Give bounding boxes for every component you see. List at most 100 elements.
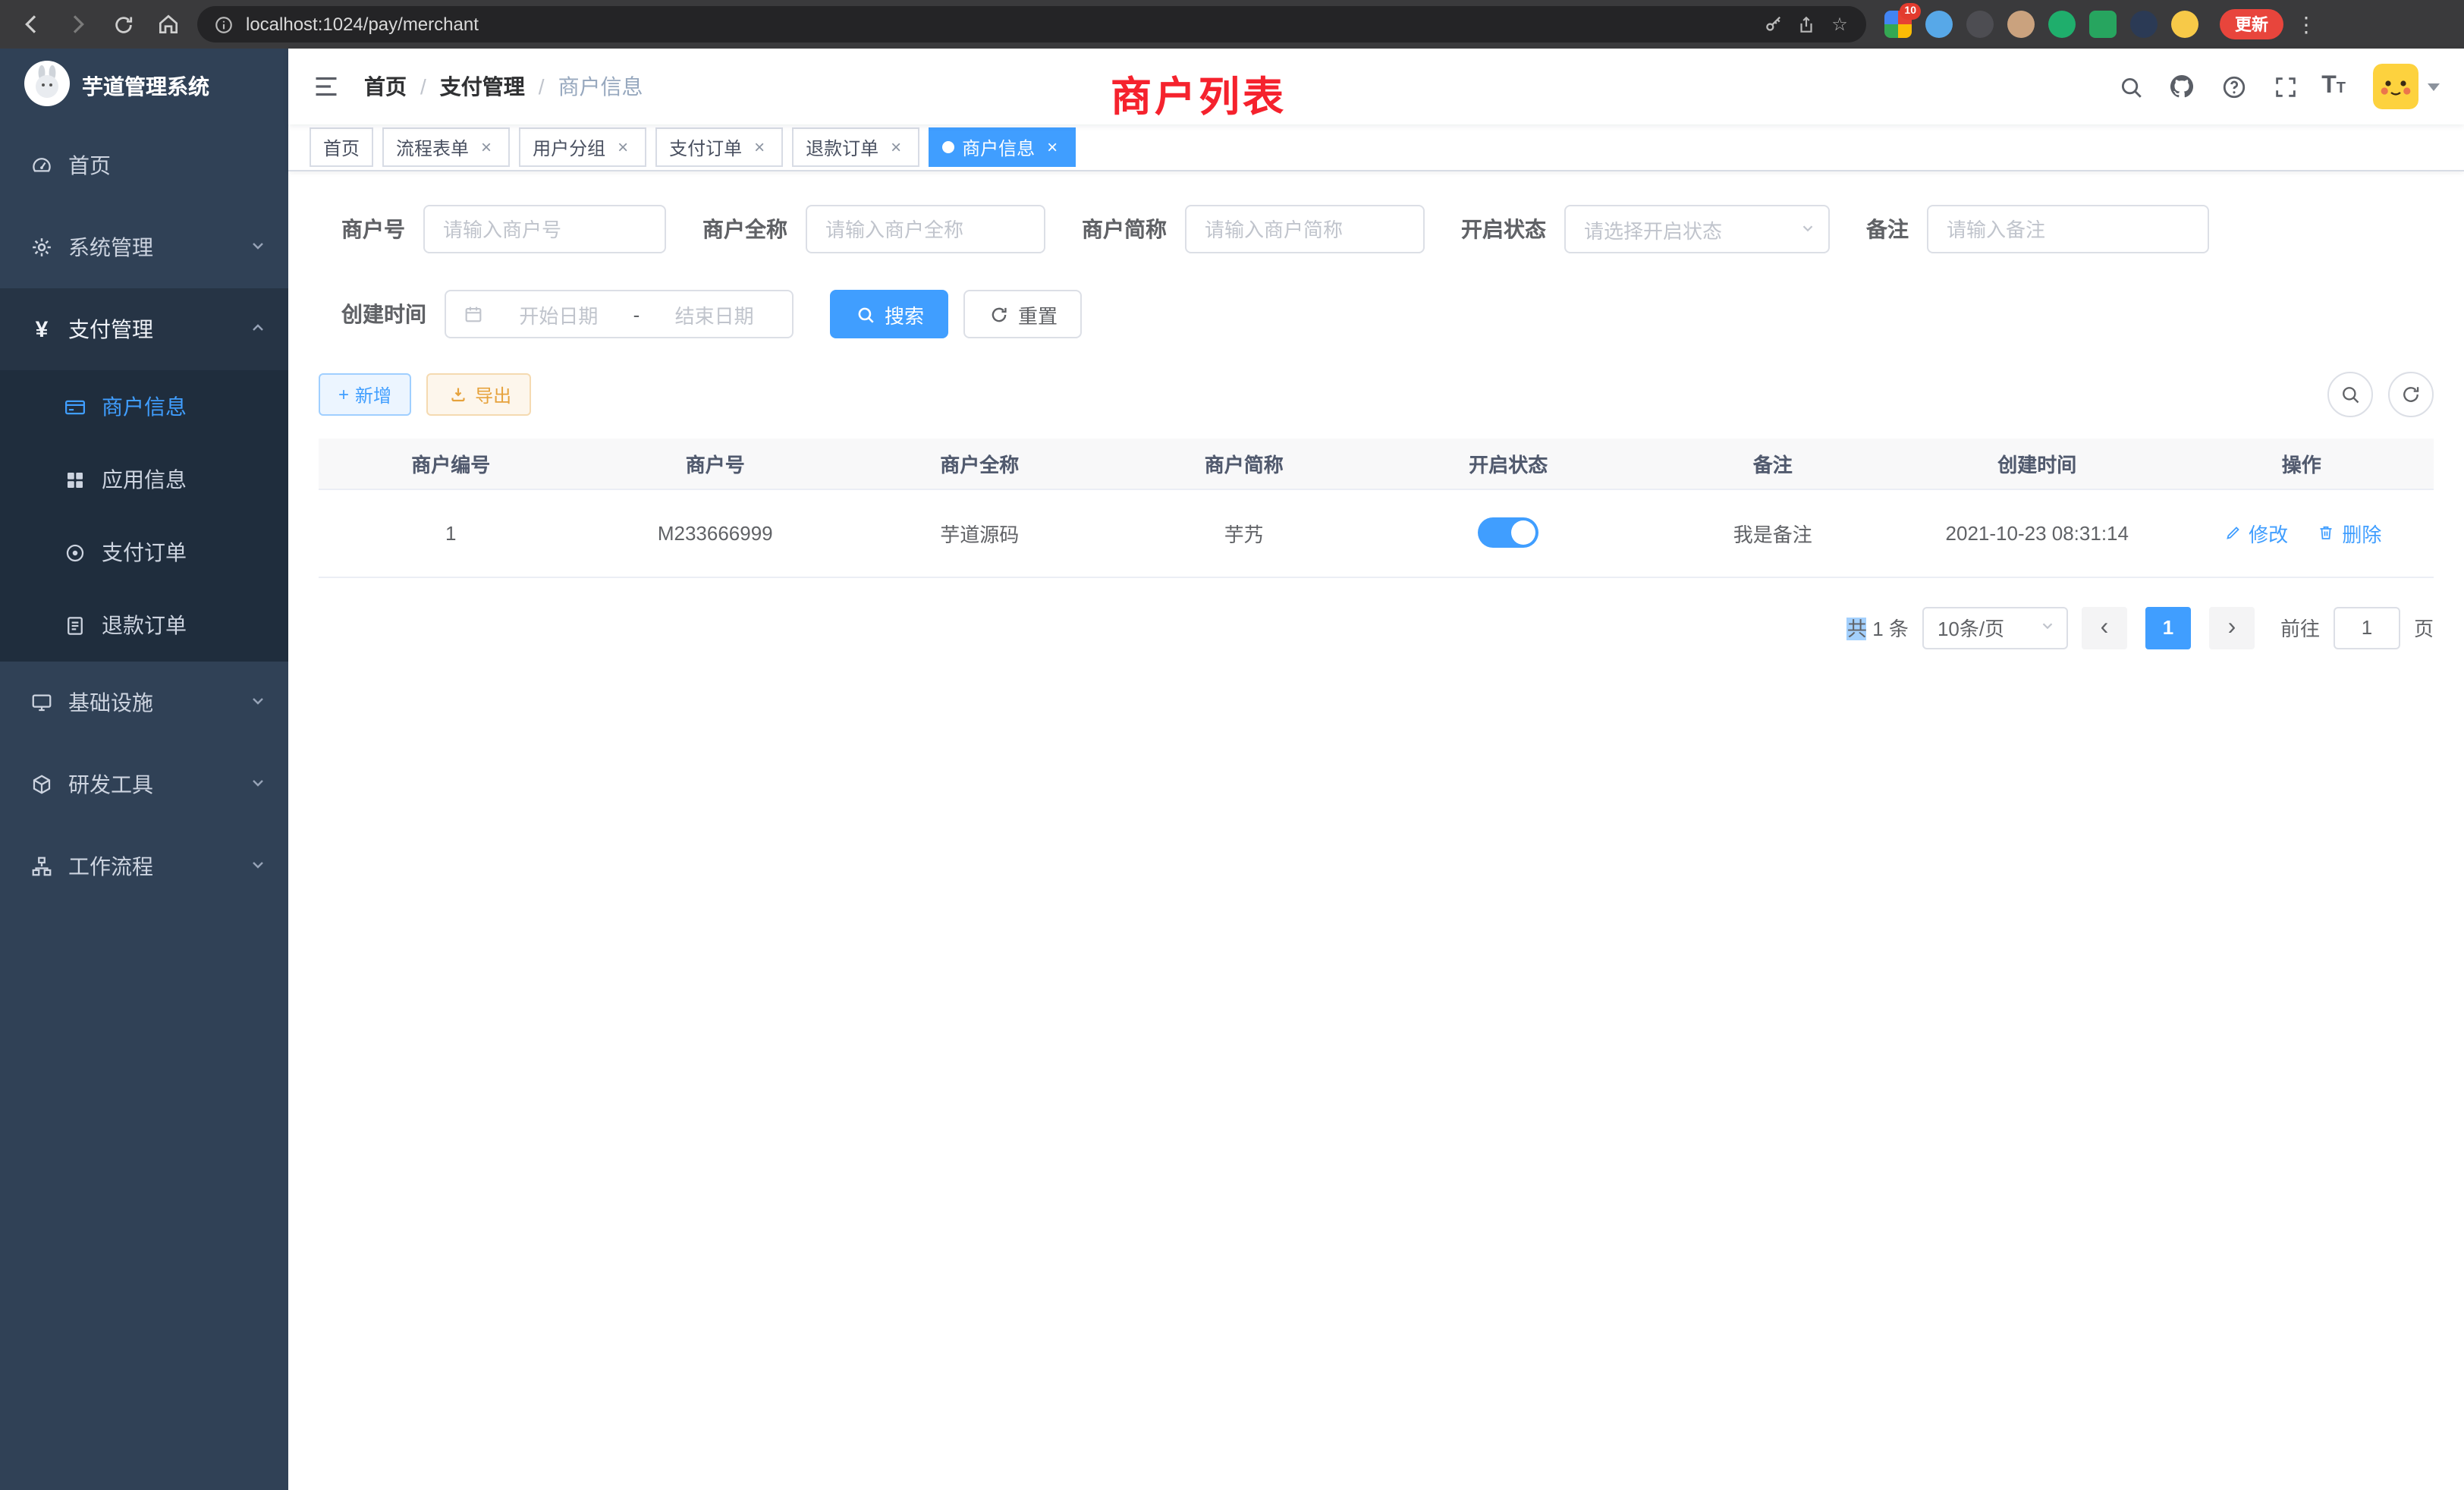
hamburger-icon[interactable] — [310, 70, 343, 103]
col-short-name: 商户简称 — [1112, 439, 1377, 489]
add-button[interactable]: + 新增 — [319, 373, 411, 416]
chevron-down-icon — [249, 690, 267, 715]
browser-toolbar: localhost:1024/pay/merchant ☆ 10 更新 ⋮ — [0, 0, 2464, 49]
flow-icon — [30, 855, 53, 878]
tab-payment-orders[interactable]: 支付订单 × — [655, 127, 783, 167]
close-icon[interactable]: × — [886, 137, 906, 157]
tab-process-form[interactable]: 流程表单 × — [382, 127, 510, 167]
extension-icon[interactable] — [2007, 11, 2035, 38]
edit-link[interactable]: 修改 — [2221, 518, 2288, 547]
refresh-table-button[interactable] — [2388, 372, 2434, 417]
box-icon — [30, 773, 53, 796]
help-icon[interactable] — [2218, 71, 2249, 102]
font-size-icon[interactable]: TT — [2321, 74, 2346, 99]
extension-icon[interactable] — [1966, 11, 1994, 38]
fullscreen-icon[interactable] — [2270, 71, 2300, 102]
page-number-1[interactable]: 1 — [2145, 606, 2191, 649]
password-key-icon[interactable] — [1762, 13, 1784, 36]
sidebar-item-merchant-info[interactable]: 商户信息 — [0, 370, 288, 443]
github-icon[interactable] — [2167, 71, 2197, 102]
user-avatar[interactable] — [2373, 64, 2418, 109]
tab-label: 用户分组 — [533, 134, 605, 160]
remark-input[interactable] — [1927, 205, 2209, 253]
extension-icon[interactable] — [2048, 11, 2076, 38]
browser-reload-icon[interactable] — [106, 8, 140, 41]
extension-icon[interactable] — [2089, 11, 2117, 38]
page-size-select[interactable]: 10条/页 — [1922, 606, 2068, 649]
sidebar-item-refund-orders[interactable]: 退款订单 — [0, 589, 288, 662]
breadcrumb-item[interactable]: 支付管理 — [440, 71, 525, 102]
tab-home[interactable]: 首页 — [310, 127, 373, 167]
sidebar-item-infrastructure[interactable]: 基础设施 — [0, 662, 288, 743]
browser-home-icon[interactable] — [152, 8, 185, 41]
next-page-button[interactable]: › — [2209, 606, 2255, 649]
field-label: 开启状态 — [1461, 214, 1546, 244]
export-button[interactable]: 导出 — [426, 373, 531, 416]
tab-user-group[interactable]: 用户分组 × — [519, 127, 646, 167]
address-bar[interactable]: localhost:1024/pay/merchant ☆ — [197, 6, 1866, 42]
col-actions: 操作 — [2170, 439, 2434, 489]
user-menu[interactable] — [2373, 64, 2440, 109]
goto-page-input[interactable] — [2334, 606, 2400, 649]
navbar-actions: TT — [2115, 64, 2440, 109]
download-icon — [446, 383, 469, 406]
tab-refund-orders[interactable]: 退款订单 × — [792, 127, 919, 167]
merchant-table: 商户编号 商户号 商户全称 商户简称 开启状态 备注 创建时间 操作 1 — [319, 439, 2434, 577]
date-range-picker[interactable]: 开始日期 - 结束日期 — [445, 290, 794, 338]
chevron-down-icon — [249, 235, 267, 259]
sidebar-item-system[interactable]: 系统管理 — [0, 206, 288, 288]
table-header-row: 商户编号 商户号 商户全称 商户简称 开启状态 备注 创建时间 操作 — [319, 439, 2434, 489]
sidebar-item-payment[interactable]: ¥ 支付管理 — [0, 288, 288, 370]
bookmark-star-icon[interactable]: ☆ — [1828, 13, 1851, 36]
browser-forward-icon[interactable] — [61, 8, 94, 41]
close-icon[interactable]: × — [613, 137, 633, 157]
col-merchant-no: 商户号 — [583, 439, 848, 489]
search-icon[interactable] — [2115, 71, 2145, 102]
short-name-input[interactable] — [1185, 205, 1425, 253]
breadcrumb-item[interactable]: 首页 — [364, 71, 407, 102]
site-info-icon[interactable] — [212, 13, 235, 36]
sidebar-item-workflow[interactable]: 工作流程 — [0, 825, 288, 907]
share-icon[interactable] — [1795, 13, 1818, 36]
reset-button[interactable]: 重置 — [963, 290, 1082, 338]
prev-page-button[interactable]: ‹ — [2082, 606, 2127, 649]
chevron-down-icon — [1799, 218, 1816, 240]
field-label: 商户简称 — [1082, 214, 1167, 244]
search-button[interactable]: 搜索 — [830, 290, 948, 338]
close-icon[interactable]: × — [476, 137, 496, 157]
browser-back-icon[interactable] — [15, 8, 49, 41]
chevron-up-icon — [249, 317, 267, 341]
full-name-input[interactable] — [806, 205, 1045, 253]
close-icon[interactable]: × — [1042, 137, 1062, 157]
status-toggle[interactable] — [1478, 517, 1538, 548]
status-select[interactable]: 请选择开启状态 — [1564, 205, 1830, 253]
browser-update-button[interactable]: 更新 — [2220, 9, 2283, 39]
toggle-search-button[interactable] — [2327, 372, 2373, 417]
page-annotation: 商户列表 — [1111, 64, 1287, 123]
sidebar-item-label: 基础设施 — [68, 687, 234, 718]
extension-icon[interactable] — [2130, 11, 2158, 38]
chevron-down-icon — [2039, 616, 2056, 639]
delete-link[interactable]: 删除 — [2315, 518, 2381, 547]
sidebar-item-app-info[interactable]: 应用信息 — [0, 443, 288, 516]
yen-icon: ¥ — [30, 316, 53, 342]
merchant-no-input[interactable] — [423, 205, 666, 253]
breadcrumb-separator: / — [420, 74, 426, 99]
extension-icon[interactable] — [1925, 11, 1953, 38]
calendar-icon — [461, 303, 484, 325]
close-icon[interactable]: × — [750, 137, 769, 157]
url-text[interactable]: localhost:1024/pay/merchant — [246, 14, 1751, 35]
credit-card-icon — [64, 395, 86, 418]
date-start-input[interactable]: 开始日期 — [496, 300, 621, 328]
extension-icon[interactable]: 10 — [1884, 11, 1912, 38]
sidebar-item-payment-orders[interactable]: 支付订单 — [0, 516, 288, 589]
sidebar-item-home[interactable]: 首页 — [0, 124, 288, 206]
date-end-input[interactable]: 结束日期 — [652, 300, 777, 328]
extension-icon[interactable] — [2171, 11, 2198, 38]
browser-menu-icon[interactable]: ⋮ — [2296, 11, 2317, 37]
col-status: 开启状态 — [1376, 439, 1641, 489]
sidebar-item-label: 系统管理 — [68, 232, 234, 262]
tab-merchant-info[interactable]: 商户信息 × — [929, 127, 1076, 167]
sidebar-menu: 首页 系统管理 ¥ 支付管理 — [0, 124, 288, 907]
sidebar-item-dev-tools[interactable]: 研发工具 — [0, 743, 288, 825]
